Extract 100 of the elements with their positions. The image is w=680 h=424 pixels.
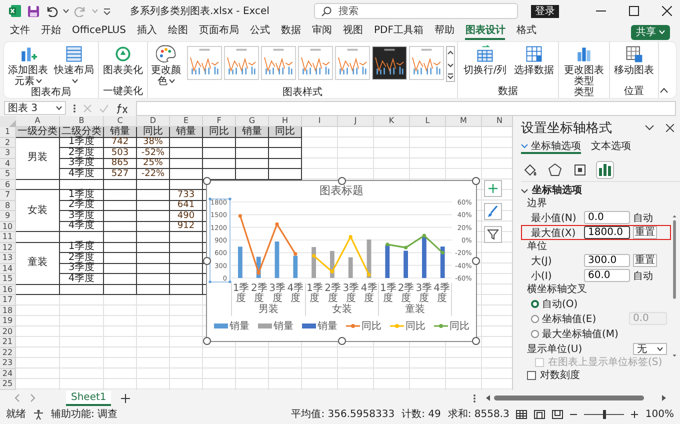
pane-tab[interactable]: 坐标轴选项 [521, 140, 581, 154]
row-header[interactable]: 21 [0, 337, 16, 348]
ribbon-tab[interactable]: OfficePLUS [72, 24, 126, 40]
section-header[interactable]: 坐标轴选项 [521, 185, 582, 197]
row-header[interactable]: 9 [0, 211, 16, 222]
column-header[interactable]: L [410, 116, 446, 127]
radio-button[interactable]: 自动(O) [531, 296, 578, 310]
more-icon[interactable] [73, 104, 76, 112]
row-header[interactable]: 1 [0, 127, 16, 138]
column-header[interactable]: A [16, 116, 60, 127]
caret-icon[interactable] [63, 9, 69, 13]
row-header[interactable]: 15 [0, 274, 16, 284]
input-field[interactable]: 300.0 [584, 254, 630, 267]
ribbon-button[interactable]: 选择数据 [512, 44, 556, 76]
search-field[interactable]: 搜索 [314, 3, 518, 19]
row-header[interactable]: 2 [0, 138, 16, 148]
ribbon-button[interactable]: 移动图表 [612, 44, 656, 76]
column-header[interactable]: N [482, 116, 512, 127]
row-header[interactable]: 5 [0, 169, 16, 180]
radio-button[interactable]: 最大坐标轴值(M) [531, 326, 618, 340]
ribbon-tab[interactable]: PDF工具箱 [374, 24, 424, 40]
zoom-in-icon[interactable] [631, 410, 638, 418]
ribbon-tab[interactable]: 插入 [136, 24, 157, 40]
column-header[interactable]: J [338, 116, 374, 127]
column-header[interactable]: D [137, 116, 170, 127]
page-layout-icon[interactable] [534, 410, 546, 418]
formula-input[interactable] [136, 100, 676, 116]
ribbon-tab[interactable]: 绘图 [168, 24, 188, 40]
checkbox[interactable]: 对数刻度 [527, 369, 580, 382]
maximize-icon[interactable] [629, 6, 639, 16]
ribbon-button[interactable]: 更改颜色 [150, 44, 182, 87]
ribbon-button[interactable]: 添加图表元素 [6, 44, 50, 87]
ribbon-tab[interactable]: 页面布局 [198, 24, 239, 40]
save-icon[interactable] [27, 4, 40, 18]
accessibility-icon[interactable] [33, 408, 44, 420]
input-field[interactable]: 1800.0 [584, 226, 630, 239]
chart-style-thumbnail[interactable] [372, 46, 407, 80]
sheet-tab[interactable]: Sheet1 [66, 390, 112, 406]
ribbon-button[interactable]: 切换行/列 [460, 44, 510, 76]
ribbon-tab[interactable]: 帮助 [434, 24, 454, 40]
row-header[interactable]: 22 [0, 348, 16, 358]
row-header[interactable]: 18 [0, 306, 16, 316]
resize-handle[interactable] [472, 337, 480, 345]
column-header[interactable]: G [236, 116, 269, 127]
chart-style-thumbnail[interactable] [224, 46, 259, 80]
resize-handle[interactable] [203, 337, 211, 345]
ribbon-tab[interactable]: 数据 [280, 24, 301, 40]
chart-style-thumbnail[interactable] [261, 46, 296, 80]
row-header[interactable]: 4 [0, 158, 16, 169]
ribbon-tab[interactable]: 文件 [10, 24, 30, 40]
column-header[interactable]: F [203, 116, 236, 127]
input-field[interactable]: 60.0 [584, 269, 630, 282]
resize-handle[interactable] [338, 337, 346, 345]
row-header[interactable]: 17 [0, 295, 16, 306]
reset-button[interactable]: 重置 [633, 254, 657, 267]
row-header[interactable]: 16 [0, 284, 16, 295]
accessibility-status[interactable]: 辅助功能: 调查 [51, 407, 118, 421]
gallery-scroll-icon[interactable] [446, 46, 455, 82]
resize-handle[interactable] [338, 177, 346, 185]
ribbon-tab[interactable]: 公式 [250, 24, 270, 40]
brush-icon[interactable] [484, 203, 502, 220]
share-button[interactable]: 共享 [631, 24, 670, 40]
column-header[interactable]: B [60, 116, 104, 127]
column-header[interactable]: I [302, 116, 338, 127]
resize-handle[interactable] [472, 177, 480, 185]
customize-icon[interactable] [103, 8, 111, 14]
more-icon[interactable] [473, 394, 476, 402]
dropdown[interactable]: 无 [633, 342, 667, 354]
pane-icon-tab[interactable] [546, 161, 564, 179]
pane-tab[interactable]: 文本选项 [591, 140, 631, 154]
column-header[interactable]: E [170, 116, 203, 127]
next-sheet-icon[interactable] [30, 394, 36, 402]
add-sheet-icon[interactable] [121, 394, 130, 402]
sign-in-button[interactable]: 登录 [531, 4, 559, 18]
input-field[interactable]: 0.0 [584, 211, 630, 224]
row-header[interactable]: 10 [0, 222, 16, 232]
ribbon-tab[interactable]: 视图 [342, 24, 363, 40]
row-header[interactable]: 13 [0, 253, 16, 264]
ribbon-tab[interactable]: 格式 [516, 24, 536, 40]
row-header[interactable]: 20 [0, 326, 16, 337]
row-header[interactable]: 11 [0, 232, 16, 242]
row-header[interactable]: 25 [0, 379, 16, 390]
zoom-level[interactable]: 100% [645, 408, 674, 420]
resize-handle[interactable] [472, 257, 480, 265]
row-header[interactable]: 6 [0, 180, 16, 190]
row-header[interactable]: 7 [0, 190, 16, 200]
row-header[interactable]: 12 [0, 242, 16, 253]
row-header[interactable]: 8 [0, 200, 16, 211]
previous-sheet-icon[interactable] [14, 394, 20, 402]
reset-button[interactable]: 重置 [633, 226, 657, 239]
ribbon-button[interactable]: 图表美化 [101, 44, 145, 76]
search-input[interactable]: 搜索 [338, 6, 488, 16]
page-break-icon[interactable] [552, 410, 564, 418]
row-header[interactable]: 24 [0, 368, 16, 379]
ribbon-tab[interactable]: 审阅 [312, 24, 332, 40]
row-header[interactable]: 3 [0, 148, 16, 158]
normal-view-icon[interactable] [516, 410, 528, 418]
ribbon-tab[interactable]: 图表设计 [465, 24, 506, 40]
row-header[interactable]: 14 [0, 264, 16, 274]
column-header[interactable]: C [104, 116, 137, 127]
